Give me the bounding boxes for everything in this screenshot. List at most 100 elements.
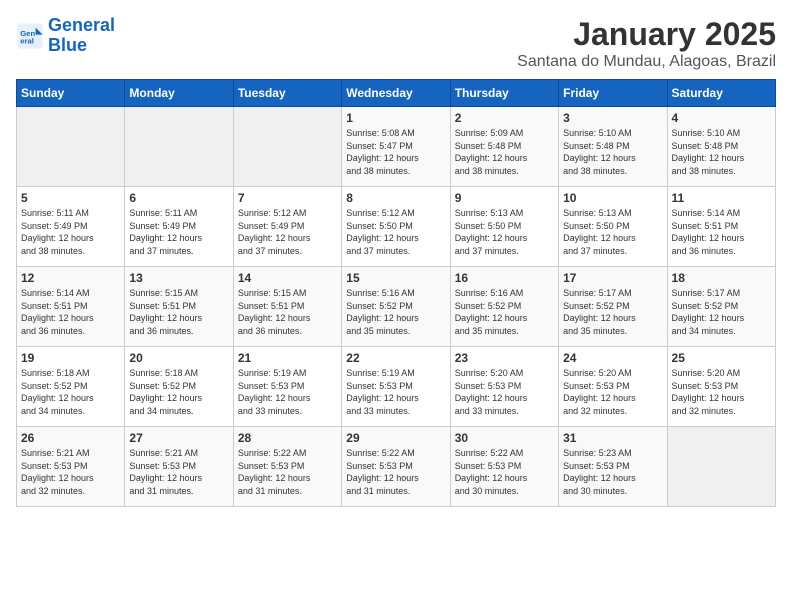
calendar-cell: 14 Sunrise: 5:15 AM Sunset: 5:51 PM Dayli…: [233, 267, 341, 347]
calendar-cell: 27 Sunrise: 5:21 AM Sunset: 5:53 PM Dayli…: [125, 427, 233, 507]
calendar-cell: 6Sunrise: 5:11 AM Sunset: 5:49 PM Daylig…: [125, 187, 233, 267]
day-info: Sunrise: 5:15 AM Sunset: 5:51 PM Dayligh…: [238, 287, 337, 337]
location-title: Santana do Mundau, Alagoas, Brazil: [517, 53, 776, 71]
day-info: Sunrise: 5:19 AM Sunset: 5:53 PM Dayligh…: [346, 367, 445, 417]
day-number: 19: [21, 351, 120, 365]
day-number: 18: [672, 271, 771, 285]
day-info: Sunrise: 5:22 AM Sunset: 5:53 PM Dayligh…: [238, 447, 337, 497]
day-number: 23: [455, 351, 554, 365]
calendar-cell: 3 Sunrise: 5:10 AM Sunset: 5:48 PM Daylig…: [559, 107, 667, 187]
weekday-header-monday: Monday: [125, 80, 233, 107]
day-number: 10: [563, 191, 662, 205]
title-block: January 2025 Santana do Mundau, Alagoas,…: [517, 16, 776, 71]
logo-icon: Gen eral: [16, 22, 44, 50]
day-info: Sunrise: 5:14 AM Sunset: 5:51 PM Dayligh…: [21, 287, 120, 337]
calendar-table: SundayMondayTuesdayWednesdayThursdayFrid…: [16, 79, 776, 507]
day-info: Sunrise: 5:12 AM Sunset: 5:49 PM Dayligh…: [238, 207, 337, 257]
day-info: Sunrise: 5:17 AM Sunset: 5:52 PM Dayligh…: [672, 287, 771, 337]
day-info: Sunrise: 5:23 AM Sunset: 5:53 PM Dayligh…: [563, 447, 662, 497]
day-number: 26: [21, 431, 120, 445]
logo-text: General Blue: [48, 16, 115, 56]
calendar-cell: 5 Sunrise: 5:11 AM Sunset: 5:49 PM Daylig…: [17, 187, 125, 267]
day-number: 5: [21, 191, 120, 205]
calendar-cell: 28 Sunrise: 5:22 AM Sunset: 5:53 PM Dayli…: [233, 427, 341, 507]
calendar-cell: 11 Sunrise: 5:14 AM Sunset: 5:51 PM Dayli…: [667, 187, 775, 267]
calendar-cell: [667, 427, 775, 507]
day-info: Sunrise: 5:18 AM Sunset: 5:52 PM Dayligh…: [21, 367, 120, 417]
day-info: Sunrise: 5:11 AM Sunset: 5:49 PM Dayligh…: [21, 207, 120, 257]
calendar-cell: 23 Sunrise: 5:20 AM Sunset: 5:53 PM Dayli…: [450, 347, 558, 427]
day-number: 13: [129, 271, 228, 285]
day-number: 31: [563, 431, 662, 445]
day-number: 11: [672, 191, 771, 205]
calendar-cell: 20 Sunrise: 5:18 AM Sunset: 5:52 PM Dayli…: [125, 347, 233, 427]
day-number: 20: [129, 351, 228, 365]
day-number: 21: [238, 351, 337, 365]
day-info: Sunrise: 5:22 AM Sunset: 5:53 PM Dayligh…: [346, 447, 445, 497]
day-number: 3: [563, 111, 662, 125]
day-info: Sunrise: 5:18 AM Sunset: 5:52 PM Dayligh…: [129, 367, 228, 417]
day-number: 1: [346, 111, 445, 125]
day-info: Sunrise: 5:16 AM Sunset: 5:52 PM Dayligh…: [346, 287, 445, 337]
weekday-header-saturday: Saturday: [667, 80, 775, 107]
day-info: Sunrise: 5:20 AM Sunset: 5:53 PM Dayligh…: [563, 367, 662, 417]
calendar-cell: 19 Sunrise: 5:18 AM Sunset: 5:52 PM Dayli…: [17, 347, 125, 427]
day-number: 29: [346, 431, 445, 445]
calendar-cell: 26 Sunrise: 5:21 AM Sunset: 5:53 PM Dayli…: [17, 427, 125, 507]
day-number: 28: [238, 431, 337, 445]
calendar-cell: 1 Sunrise: 5:08 AM Sunset: 5:47 PM Daylig…: [342, 107, 450, 187]
day-info: Sunrise: 5:09 AM Sunset: 5:48 PM Dayligh…: [455, 127, 554, 177]
calendar-cell: 22 Sunrise: 5:19 AM Sunset: 5:53 PM Dayli…: [342, 347, 450, 427]
day-number: 17: [563, 271, 662, 285]
day-info: Sunrise: 5:20 AM Sunset: 5:53 PM Dayligh…: [672, 367, 771, 417]
day-info: Sunrise: 5:21 AM Sunset: 5:53 PM Dayligh…: [129, 447, 228, 497]
day-info: Sunrise: 5:20 AM Sunset: 5:53 PM Dayligh…: [455, 367, 554, 417]
calendar-cell: 9Sunrise: 5:13 AM Sunset: 5:50 PM Daylig…: [450, 187, 558, 267]
day-number: 2: [455, 111, 554, 125]
calendar-cell: 8Sunrise: 5:12 AM Sunset: 5:50 PM Daylig…: [342, 187, 450, 267]
day-info: Sunrise: 5:17 AM Sunset: 5:52 PM Dayligh…: [563, 287, 662, 337]
day-info: Sunrise: 5:14 AM Sunset: 5:51 PM Dayligh…: [672, 207, 771, 257]
weekday-header-wednesday: Wednesday: [342, 80, 450, 107]
day-number: 27: [129, 431, 228, 445]
logo: Gen eral General Blue: [16, 16, 115, 56]
day-number: 12: [21, 271, 120, 285]
day-info: Sunrise: 5:19 AM Sunset: 5:53 PM Dayligh…: [238, 367, 337, 417]
calendar-cell: 25 Sunrise: 5:20 AM Sunset: 5:53 PM Dayli…: [667, 347, 775, 427]
calendar-cell: 7 Sunrise: 5:12 AM Sunset: 5:49 PM Daylig…: [233, 187, 341, 267]
day-number: 22: [346, 351, 445, 365]
weekday-header-thursday: Thursday: [450, 80, 558, 107]
day-info: Sunrise: 5:21 AM Sunset: 5:53 PM Dayligh…: [21, 447, 120, 497]
day-info: Sunrise: 5:10 AM Sunset: 5:48 PM Dayligh…: [563, 127, 662, 177]
day-info: Sunrise: 5:22 AM Sunset: 5:53 PM Dayligh…: [455, 447, 554, 497]
day-number: 14: [238, 271, 337, 285]
day-number: 7: [238, 191, 337, 205]
calendar-cell: 16 Sunrise: 5:16 AM Sunset: 5:52 PM Dayli…: [450, 267, 558, 347]
calendar-cell: 29 Sunrise: 5:22 AM Sunset: 5:53 PM Dayli…: [342, 427, 450, 507]
day-number: 15: [346, 271, 445, 285]
calendar-cell: 30Sunrise: 5:22 AM Sunset: 5:53 PM Dayli…: [450, 427, 558, 507]
day-info: Sunrise: 5:16 AM Sunset: 5:52 PM Dayligh…: [455, 287, 554, 337]
calendar-cell: [125, 107, 233, 187]
calendar-cell: 31 Sunrise: 5:23 AM Sunset: 5:53 PM Dayli…: [559, 427, 667, 507]
calendar-cell: 18 Sunrise: 5:17 AM Sunset: 5:52 PM Dayli…: [667, 267, 775, 347]
calendar-cell: [233, 107, 341, 187]
day-number: 16: [455, 271, 554, 285]
calendar-cell: 15 Sunrise: 5:16 AM Sunset: 5:52 PM Dayli…: [342, 267, 450, 347]
calendar-cell: 17 Sunrise: 5:17 AM Sunset: 5:52 PM Dayli…: [559, 267, 667, 347]
calendar-cell: 12 Sunrise: 5:14 AM Sunset: 5:51 PM Dayli…: [17, 267, 125, 347]
weekday-header-tuesday: Tuesday: [233, 80, 341, 107]
day-number: 25: [672, 351, 771, 365]
weekday-header-sunday: Sunday: [17, 80, 125, 107]
day-number: 24: [563, 351, 662, 365]
day-info: Sunrise: 5:08 AM Sunset: 5:47 PM Dayligh…: [346, 127, 445, 177]
calendar-cell: 13Sunrise: 5:15 AM Sunset: 5:51 PM Dayli…: [125, 267, 233, 347]
svg-text:eral: eral: [20, 36, 34, 45]
month-title: January 2025: [517, 16, 776, 53]
calendar-cell: 2 Sunrise: 5:09 AM Sunset: 5:48 PM Daylig…: [450, 107, 558, 187]
calendar-cell: 21 Sunrise: 5:19 AM Sunset: 5:53 PM Dayli…: [233, 347, 341, 427]
calendar-cell: 4Sunrise: 5:10 AM Sunset: 5:48 PM Daylig…: [667, 107, 775, 187]
calendar-cell: [17, 107, 125, 187]
calendar-cell: 10Sunrise: 5:13 AM Sunset: 5:50 PM Dayli…: [559, 187, 667, 267]
calendar-cell: 24 Sunrise: 5:20 AM Sunset: 5:53 PM Dayli…: [559, 347, 667, 427]
